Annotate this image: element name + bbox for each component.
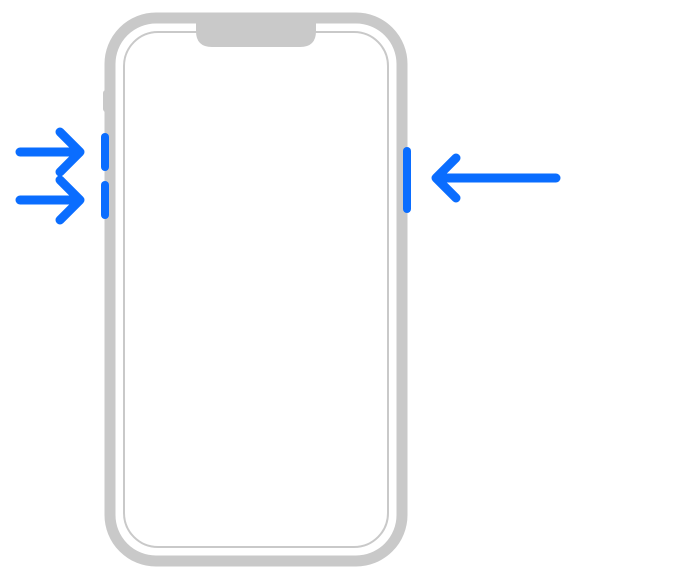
diagram-svg xyxy=(0,0,700,580)
side-button xyxy=(403,147,411,213)
arrow-right-icon xyxy=(20,132,80,172)
volume-up-button xyxy=(101,133,109,171)
phone-outline xyxy=(110,18,402,561)
button-combo-diagram xyxy=(0,0,700,580)
volume-down-button xyxy=(101,181,109,219)
notch xyxy=(196,21,316,47)
phone-inner-bezel xyxy=(124,32,388,547)
arrow-left-icon xyxy=(436,158,556,198)
notch-shape xyxy=(196,21,316,47)
ring-silent-switch xyxy=(103,90,109,112)
phone-frame xyxy=(110,18,402,561)
arrow-right-icon xyxy=(20,180,80,220)
